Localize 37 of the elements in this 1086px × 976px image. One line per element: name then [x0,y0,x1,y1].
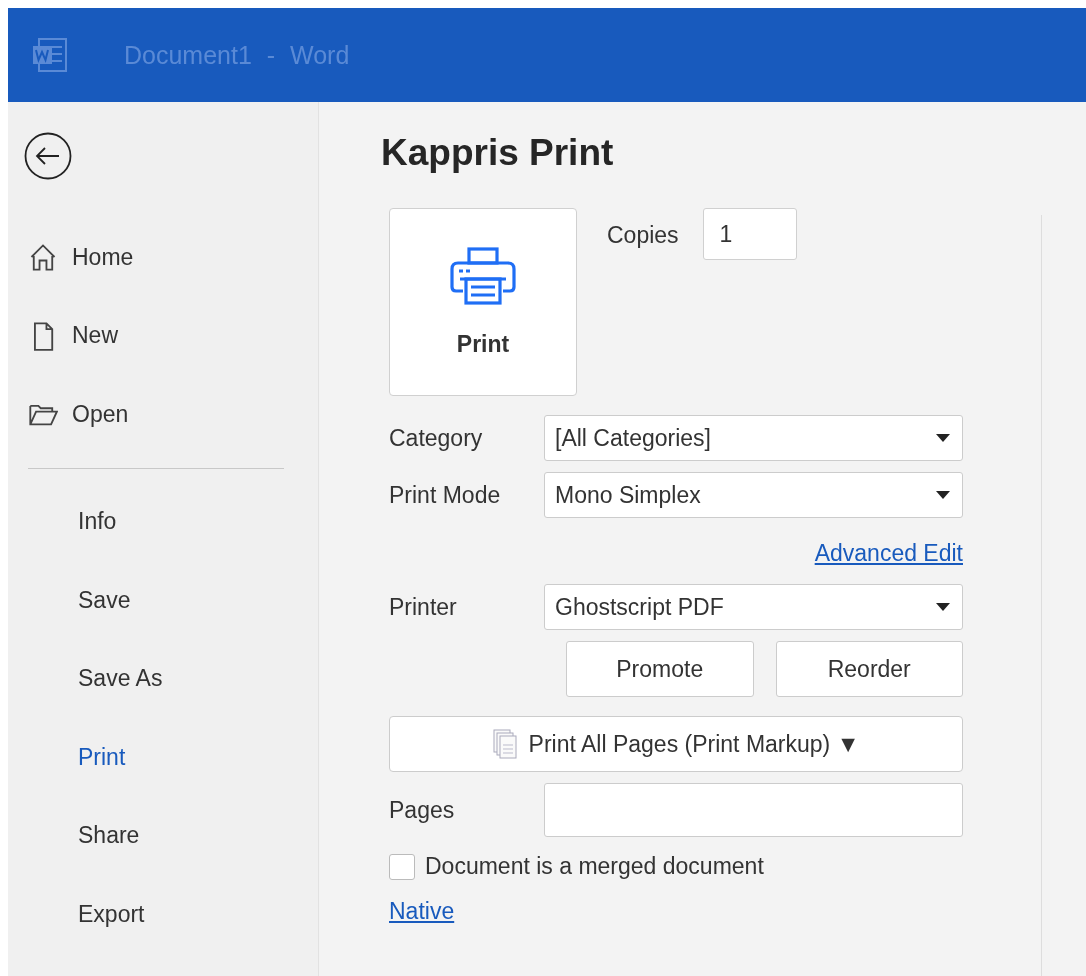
checkbox-label: Document is a merged document [425,853,764,880]
print-button[interactable]: Print [389,208,577,396]
print-mode-dropdown[interactable]: Mono Simplex [544,472,963,518]
dropdown-arrow-icon [936,491,950,499]
field-label: Printer [389,593,458,621]
category-dropdown[interactable]: [All Categories] [544,415,963,461]
dropdown-arrow-icon [936,603,950,611]
sidebar-item[interactable]: Info [8,482,318,561]
native-link[interactable]: Native [389,898,455,925]
home-icon [28,242,58,273]
window-title: Document1 - Word [124,40,350,70]
merged-checkbox[interactable] [389,853,415,880]
advanced-edit-link[interactable]: Advanced Edit [814,540,963,567]
sidebar-item[interactable]: Save [8,561,318,640]
field-label: Category [389,424,484,452]
dropdown-arrow-icon [936,434,950,442]
sidebar-item[interactable]: Print [8,718,318,797]
field-label: Print Mode [389,481,502,509]
pages-field[interactable] [544,783,963,837]
pages-label: Pages [389,796,456,824]
print-range-button[interactable]: Print All Pages (Print Markup) ▼ [389,716,963,772]
sidebar-item[interactable]: New [8,296,318,375]
word-logo-icon [32,37,68,73]
copies-label: Copies [607,222,679,249]
sidebar-item[interactable]: Save As [8,639,318,718]
sidebar-item[interactable]: Home [8,218,318,297]
copies-field[interactable]: 1 [702,208,797,260]
printer-dropdown[interactable]: Ghostscript PDF [544,584,963,630]
action-button[interactable]: Promote [566,641,754,697]
action-button[interactable]: Reorder [775,641,963,697]
page-heading: Kappris Print [381,132,615,174]
sidebar-item[interactable]: Open [8,375,318,454]
back-icon[interactable] [24,132,72,180]
printer-icon [450,246,516,305]
sidebar-item[interactable]: Export [8,875,318,954]
sidebar-item[interactable]: Share [8,796,318,875]
pages-icon [492,729,517,759]
